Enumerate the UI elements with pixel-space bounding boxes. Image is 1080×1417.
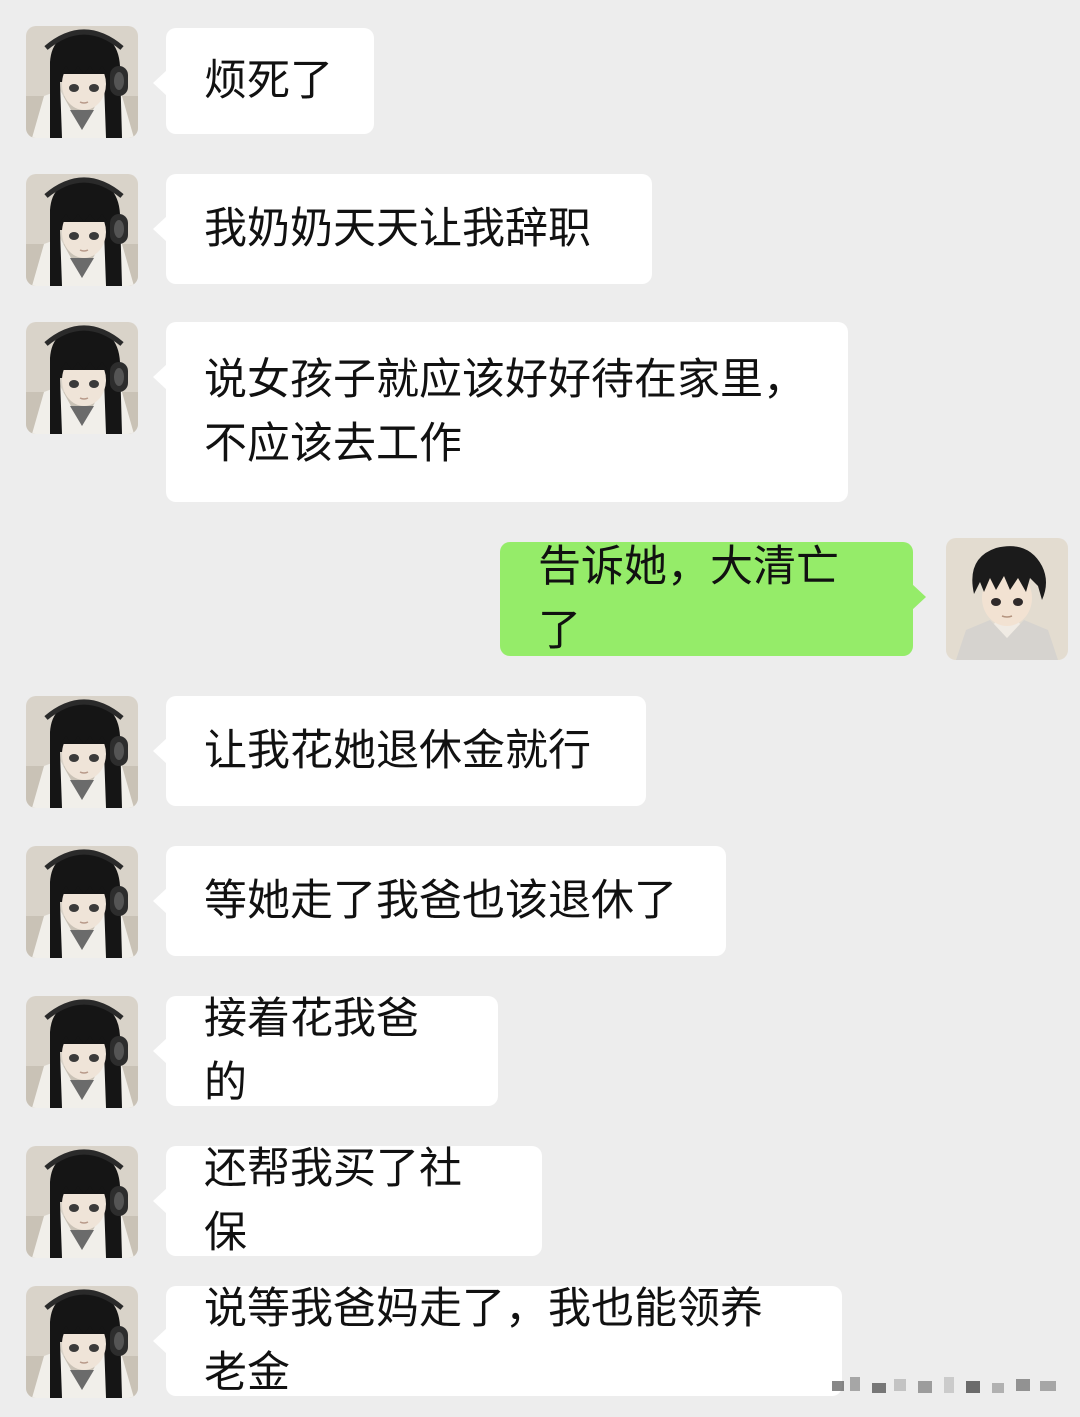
watermark-pattern (832, 1375, 1062, 1397)
contact-avatar-icon[interactable] (26, 696, 138, 808)
message-bubble[interactable]: 还帮我买了社保 (153, 1144, 542, 1258)
contact-avatar-icon[interactable] (26, 996, 138, 1108)
contact-avatar-icon[interactable] (26, 174, 138, 286)
self-avatar-icon[interactable] (946, 538, 1068, 660)
message-bubble[interactable]: 接着花我爸的 (153, 994, 498, 1108)
message-bubble[interactable]: 告诉她，大清亡了 (500, 542, 926, 656)
message-bubble[interactable]: 说女孩子就应该好好待在家里， 不应该去工作 (153, 322, 848, 502)
message-bubble[interactable]: 等她走了我爸也该退休了 (153, 846, 726, 956)
message-bubble[interactable]: 我奶奶天天让我辞职 (153, 174, 652, 284)
contact-avatar-icon[interactable] (26, 26, 138, 138)
message-bubble[interactable]: 说等我爸妈走了，我也能领养老金 (153, 1284, 842, 1398)
contact-avatar-icon[interactable] (26, 1286, 138, 1398)
message-bubble[interactable]: 让我花她退休金就行 (153, 696, 646, 806)
contact-avatar-icon[interactable] (26, 846, 138, 958)
message-bubble[interactable]: 烦死了 (153, 28, 374, 134)
contact-avatar-icon[interactable] (26, 1146, 138, 1258)
contact-avatar-icon[interactable] (26, 322, 138, 434)
